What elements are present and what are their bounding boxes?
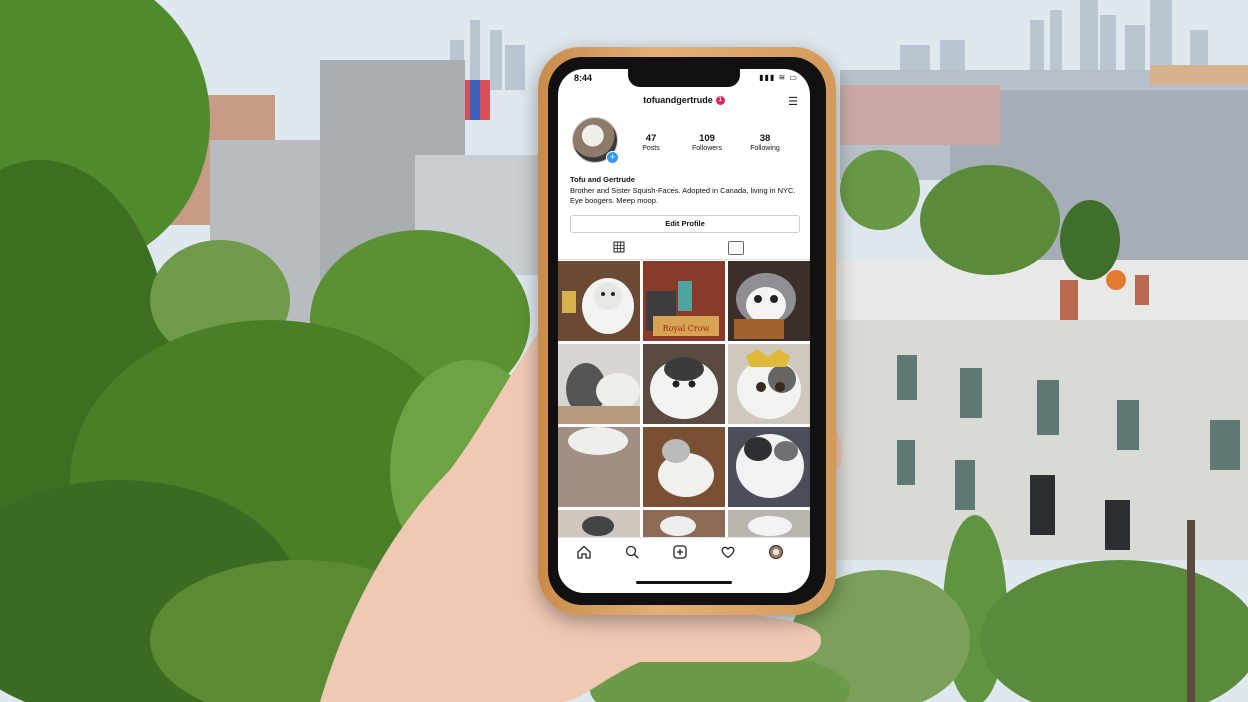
profile-username-row[interactable]: tofuandgertrude 1 <box>558 95 810 106</box>
posts-stat[interactable]: 47 Posts <box>626 133 676 152</box>
post-thumbnail[interactable] <box>728 510 810 539</box>
bottom-navbar <box>558 537 810 578</box>
search-icon[interactable] <box>624 544 640 560</box>
following-label: Following <box>750 145 780 152</box>
display-name: Tofu and Gertrude <box>570 175 635 184</box>
posts-count: 47 <box>645 133 657 144</box>
followers-label: Followers <box>692 145 722 152</box>
status-time: 8:44 <box>574 73 593 83</box>
add-post-icon[interactable] <box>672 544 688 560</box>
posts-grid: Royal Crow <box>558 261 810 539</box>
post-thumbnail[interactable] <box>643 510 725 539</box>
edit-profile-button[interactable]: Edit Profile <box>570 215 800 233</box>
svg-text:Royal Crow: Royal Crow <box>663 324 710 333</box>
post-thumbnail[interactable]: Royal Crow <box>643 261 725 341</box>
profile-avatar-icon[interactable] <box>768 544 784 560</box>
notification-badge: 1 <box>715 96 725 106</box>
phone: 8:44 ▮▮▮ ≋ ▭ tofuandgertrude 1 ☰ + 47 Pos… <box>538 47 836 615</box>
post-thumbnail[interactable] <box>643 427 725 507</box>
post-thumbnail[interactable] <box>728 261 810 341</box>
home-indicator <box>636 581 732 584</box>
grid-icon[interactable] <box>610 241 628 255</box>
add-story-icon[interactable]: + <box>606 151 619 164</box>
post-thumbnail[interactable] <box>558 344 640 424</box>
post-thumbnail[interactable] <box>558 427 640 507</box>
tagged-icon[interactable] <box>728 241 744 255</box>
post-thumbnail[interactable] <box>558 261 640 341</box>
heart-icon[interactable] <box>720 544 736 560</box>
post-thumbnail[interactable] <box>558 510 640 539</box>
hamburger-menu-icon[interactable]: ☰ <box>788 95 798 108</box>
bio-text: Brother and Sister Squish-Faces. Adopted… <box>570 186 796 205</box>
following-stat[interactable]: 38 Following <box>740 133 790 152</box>
post-thumbnail[interactable] <box>728 344 810 424</box>
phone-notch <box>628 69 740 87</box>
status-icons: ▮▮▮ ≋ ▭ <box>759 73 798 82</box>
posts-label: Posts <box>642 145 660 152</box>
profile-username: tofuandgertrude <box>643 95 713 105</box>
post-thumbnail[interactable] <box>643 344 725 424</box>
profile-tabs <box>558 237 810 260</box>
home-icon[interactable] <box>576 544 592 560</box>
followers-stat[interactable]: 109 Followers <box>682 133 732 152</box>
posts-grid-photos: Royal Crow <box>558 261 810 539</box>
following-count: 38 <box>759 133 771 144</box>
instagram-profile-screen: 8:44 ▮▮▮ ≋ ▭ tofuandgertrude 1 ☰ + 47 Pos… <box>558 69 810 593</box>
followers-count: 109 <box>699 133 715 144</box>
post-thumbnail[interactable] <box>728 427 810 507</box>
